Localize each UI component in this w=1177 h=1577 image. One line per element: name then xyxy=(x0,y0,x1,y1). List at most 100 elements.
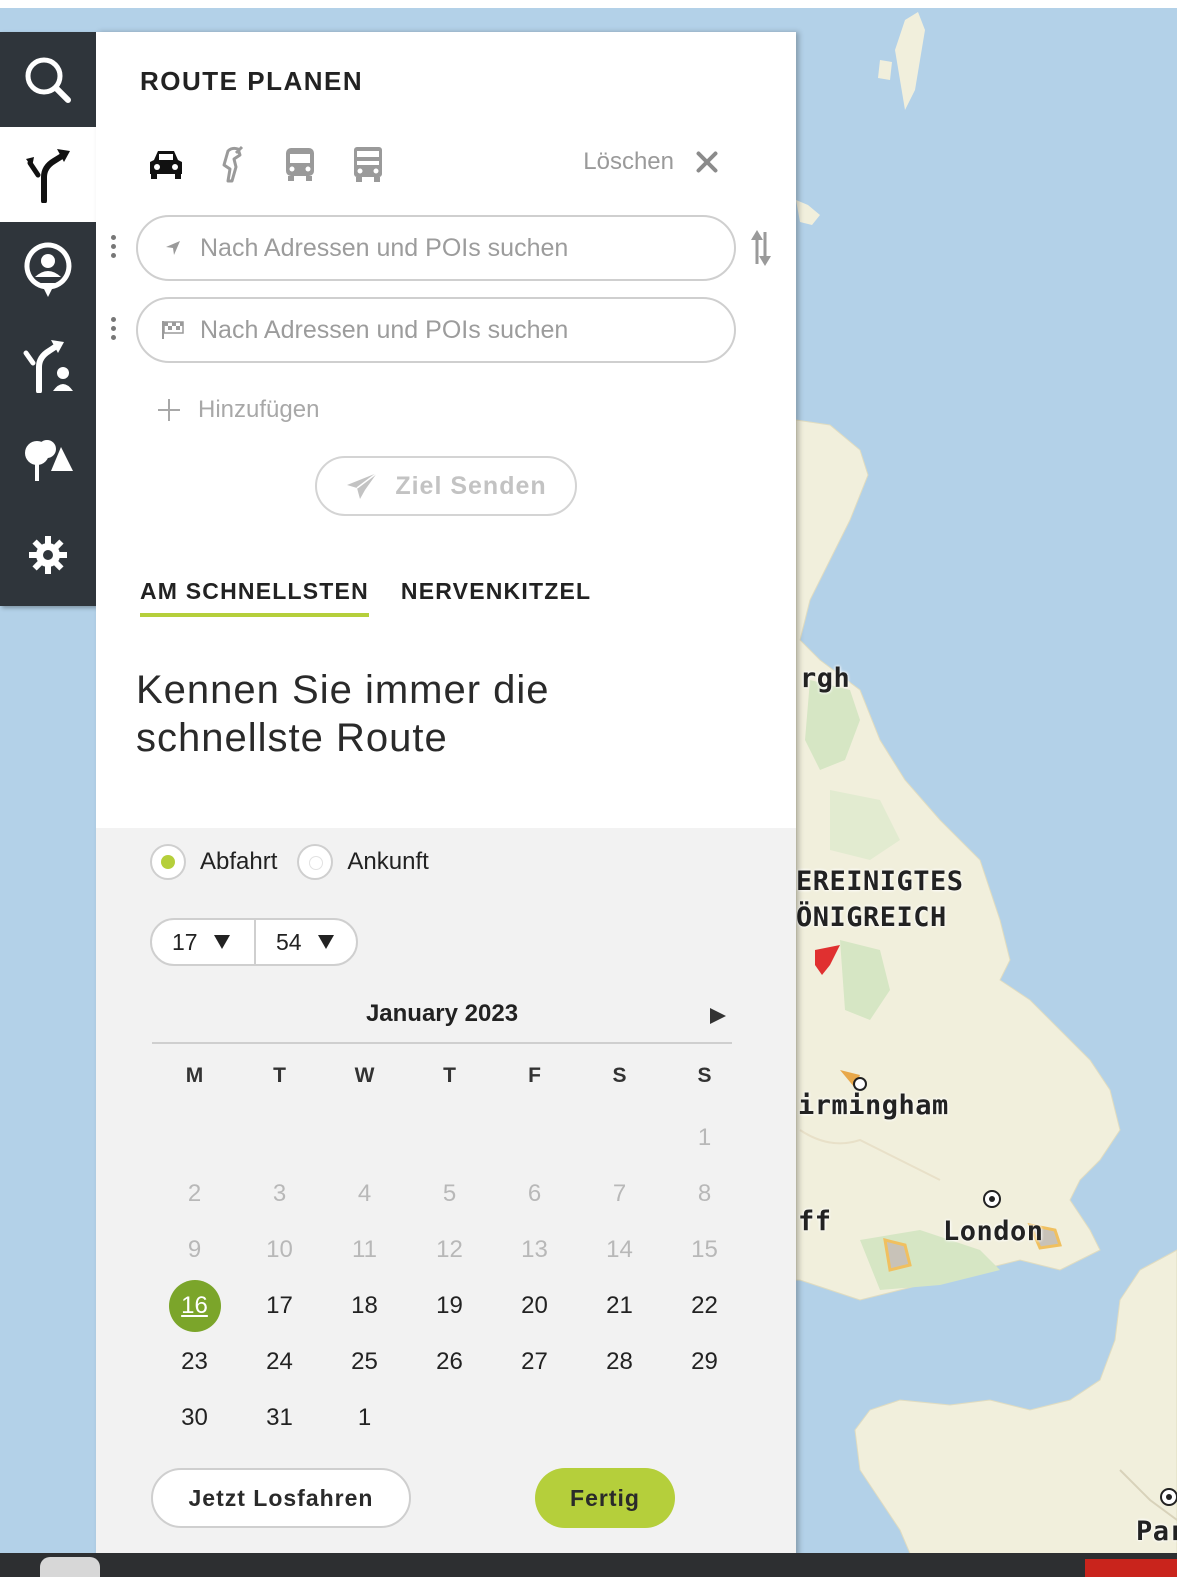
calendar-empty-cell xyxy=(237,1110,322,1166)
destination-drag-handle[interactable] xyxy=(111,317,117,345)
truck-icon xyxy=(354,147,382,182)
weekday-header: M xyxy=(185,1064,204,1087)
places-icon xyxy=(25,439,73,481)
rail-search-button[interactable] xyxy=(0,32,96,127)
route-planner-panel: ROUTE PLANEN Löschen Nach Adressen und P… xyxy=(96,32,796,1577)
send-destination-button[interactable]: Ziel Senden xyxy=(315,456,577,516)
calendar-day: 10 xyxy=(266,1236,293,1263)
calendar-day: 6 xyxy=(527,1180,542,1207)
calendar-day[interactable]: 26 xyxy=(407,1334,492,1390)
map-label-paris: Par xyxy=(1136,1516,1177,1547)
search-icon xyxy=(25,57,71,103)
bottom-bar-badge[interactable] xyxy=(1085,1559,1177,1577)
shared-route-icon xyxy=(23,339,73,393)
selected-day-label: 16 xyxy=(168,1280,221,1332)
calendar-empty-cell xyxy=(662,1390,747,1446)
calendar-day: 13 xyxy=(521,1236,548,1263)
map-label-cardiff: ff xyxy=(798,1206,832,1237)
bottom-bar-tab[interactable] xyxy=(40,1557,100,1577)
calendar-day[interactable]: 18 xyxy=(322,1278,407,1334)
calendar-day[interactable]: 22 xyxy=(662,1278,747,1334)
calendar-day[interactable]: 31 xyxy=(237,1390,322,1446)
calendar-header: January 2023 xyxy=(152,996,732,1044)
calendar-month-title: January 2023 xyxy=(365,1000,519,1027)
calendar-day[interactable]: 30 xyxy=(152,1390,237,1446)
departure-label: Abfahrt xyxy=(200,848,278,875)
plus-icon xyxy=(158,399,180,421)
route-type-tabs: AM SCHNELLSTEN NERVENKITZEL xyxy=(140,578,591,617)
hour-value: 17 xyxy=(172,928,198,955)
calendar-day: 8 xyxy=(697,1180,712,1207)
map-label-birmingham: irmingham xyxy=(798,1090,949,1121)
rail-settings-button[interactable] xyxy=(0,507,96,602)
calendar-day[interactable]: 25 xyxy=(322,1334,407,1390)
weekday-header: F xyxy=(528,1064,541,1087)
calendar-empty-cell xyxy=(322,1110,407,1166)
weekday-header: S xyxy=(612,1064,627,1087)
map-label-country-line2: ÖNIGREICH xyxy=(796,902,947,933)
minute-select[interactable]: 54 xyxy=(253,920,356,964)
depart-now-button[interactable]: Jetzt Losfahren xyxy=(151,1468,411,1528)
swap-route-button[interactable] xyxy=(748,228,774,268)
calendar-day[interactable]: 20 xyxy=(492,1278,577,1334)
calendar-day: 11 xyxy=(352,1236,377,1263)
calendar-day: 7 xyxy=(612,1180,627,1207)
calendar-day[interactable]: 27 xyxy=(492,1334,577,1390)
calendar-day[interactable]: 23 xyxy=(152,1334,237,1390)
transport-mode-selector xyxy=(148,144,420,184)
rail-profile-button[interactable] xyxy=(0,222,96,317)
add-waypoint-label: Hinzufügen xyxy=(198,396,320,423)
calendar-day[interactable]: 1 xyxy=(322,1390,407,1446)
calendar-day[interactable]: 19 xyxy=(407,1278,492,1334)
map-city-marker-birmingham[interactable] xyxy=(853,1077,867,1091)
mode-motorbike-button[interactable] xyxy=(216,144,284,184)
calendar-day: 4 xyxy=(357,1180,372,1207)
calendar-day[interactable]: 17 xyxy=(237,1278,322,1334)
paper-plane-icon xyxy=(347,472,378,499)
arrival-radio[interactable] xyxy=(297,844,334,880)
done-button[interactable]: Fertig xyxy=(535,1468,675,1528)
calendar-day[interactable]: 28 xyxy=(577,1334,662,1390)
clear-route-button[interactable]: Löschen xyxy=(583,148,720,176)
destination-search-input[interactable] xyxy=(200,315,700,345)
calendar-day: 12 xyxy=(436,1236,463,1263)
rail-shared-route-button[interactable] xyxy=(0,317,96,412)
rail-places-button[interactable] xyxy=(0,412,96,507)
calendar-day[interactable]: 29 xyxy=(662,1334,747,1390)
calendar-empty-cell xyxy=(407,1110,492,1166)
mode-car-button[interactable] xyxy=(148,144,216,184)
departure-radio[interactable] xyxy=(150,844,186,880)
calendar-day[interactable]: 24 xyxy=(237,1334,322,1390)
calendar-day: 9 xyxy=(187,1236,202,1263)
calendar-day: 15 xyxy=(691,1236,718,1263)
map-capital-marker-london[interactable] xyxy=(983,1190,1001,1208)
map-label-london: London xyxy=(943,1216,1044,1247)
start-search-input[interactable] xyxy=(200,233,700,263)
chevron-down-icon xyxy=(213,935,230,949)
mode-truck-button[interactable] xyxy=(352,144,420,184)
weekday-header: T xyxy=(443,1064,456,1087)
send-destination-label: Ziel Senden xyxy=(395,471,547,500)
hour-select[interactable]: 17 xyxy=(152,920,254,964)
map-label-country-line1: EREINIGTES xyxy=(796,866,964,897)
add-waypoint-button[interactable]: Hinzufügen xyxy=(158,396,319,424)
tab-thrilling[interactable]: NERVENKITZEL xyxy=(401,578,591,617)
tab-fastest[interactable]: AM SCHNELLSTEN xyxy=(140,578,369,617)
calendar-day: 1 xyxy=(697,1124,712,1151)
next-month-arrow-icon[interactable] xyxy=(710,1008,726,1024)
calendar-day-selected[interactable]: 16 xyxy=(152,1278,237,1334)
calendar-day[interactable]: 21 xyxy=(577,1278,662,1334)
side-rail xyxy=(0,32,96,606)
time-picker: 17 54 xyxy=(150,918,358,966)
bottom-bar xyxy=(0,1553,1177,1577)
destination-input-wrapper xyxy=(136,297,736,363)
departure-arrival-toggle: Abfahrt Ankunft xyxy=(150,844,449,880)
calendar-empty-cell xyxy=(492,1110,577,1166)
map-capital-marker-paris[interactable] xyxy=(1160,1488,1177,1506)
start-drag-handle[interactable] xyxy=(111,235,117,263)
mode-bus-button[interactable] xyxy=(284,144,352,184)
rail-route-button[interactable] xyxy=(0,127,96,222)
weekday-header: T xyxy=(273,1064,286,1087)
departure-schedule: Abfahrt Ankunft 17 54 January 2023 MTWTF… xyxy=(96,828,796,1577)
settings-icon xyxy=(29,535,67,574)
